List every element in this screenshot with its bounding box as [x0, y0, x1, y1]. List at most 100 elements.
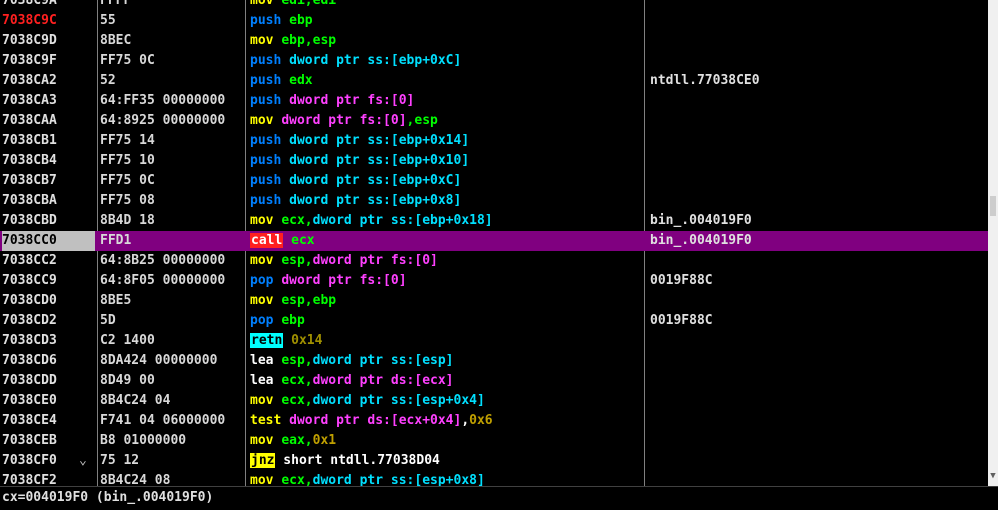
instruction-comment	[650, 391, 988, 411]
instruction-row[interactable]: 7038CE0 8B4C24 04 mov ecx,dword ptr ss:[es…	[0, 391, 988, 411]
instruction-row[interactable]: 7038CA2 52 push edx ntdll.77038CE0	[0, 71, 988, 91]
instruction-row[interactable]: 7038CB7 FF75 0C push dword ptr ss:[ebp+0xC…	[0, 171, 988, 191]
instruction-token: retn	[250, 333, 284, 348]
instruction-comment	[650, 151, 988, 171]
instruction-token: jnz	[250, 453, 276, 468]
instruction-token: eax,	[281, 433, 313, 448]
instruction-row[interactable]: 7038CF0 ⌄ 75 12 jnz short ntdll.77038D04	[0, 451, 988, 471]
instruction-row[interactable]: 7038CD2 5D pop ebp 0019F88C	[0, 311, 988, 331]
instruction-text: mov ecx,dword ptr ss:[ebp+0x18]	[250, 211, 642, 231]
instruction-token: dword ptr fs:[0]	[312, 253, 438, 268]
instruction-token: dword ptr fs:[0]	[281, 273, 407, 288]
instruction-text: mov edi,edi	[250, 0, 642, 11]
instruction-token: push	[250, 93, 290, 108]
vertical-scrollbar[interactable]: ▼	[988, 0, 998, 486]
instruction-address: 7038CC0	[2, 231, 95, 251]
instruction-token: ecx,	[281, 373, 313, 388]
instruction-row[interactable]: 7038CC2 64:8B25 00000000 mov esp,dword ptr…	[0, 251, 988, 271]
instruction-token: ebp	[281, 313, 305, 328]
instruction-address: 7038C9D	[2, 33, 57, 48]
instruction-row[interactable]: 7038CD3 C2 1400 retn 0x14	[0, 331, 988, 351]
instruction-row[interactable]: 7038CC0 FFD1 call ecx bin_.004019F0	[0, 231, 988, 251]
instruction-token: test	[250, 413, 290, 428]
instruction-row[interactable]: 7038CC9 64:8F05 00000000 pop dword ptr fs:…	[0, 271, 988, 291]
instruction-address: 7038CEB	[2, 433, 57, 448]
instruction-token: dword ptr ds:[ecx+0x4]	[289, 413, 462, 428]
instruction-token: 0x6	[469, 413, 493, 428]
instruction-token: mov	[250, 113, 282, 128]
instruction-text: lea esp,dword ptr ss:[esp]	[250, 351, 642, 371]
instruction-row[interactable]: 7038C9F FF75 0C push dword ptr ss:[ebp+0xC…	[0, 51, 988, 71]
instruction-bytes: 8BEC	[100, 33, 132, 48]
instruction-token: push	[250, 193, 290, 208]
instruction-text: push edx	[250, 71, 642, 91]
instruction-address: 7038CC9	[2, 273, 57, 288]
instruction-text: push dword ptr ss:[ebp+0xC]	[250, 51, 642, 71]
instruction-token: ,	[461, 413, 470, 428]
instruction-token: dword ptr fs:[0]	[281, 113, 407, 128]
instruction-row[interactable]: 7038CB1 FF75 14 push dword ptr ss:[ebp+0x1…	[0, 131, 988, 151]
instruction-comment	[650, 111, 988, 131]
instruction-bytes: B8 01000000	[100, 433, 187, 448]
instruction-row[interactable]: 7038CF2 8B4C24 08 mov ecx,dword ptr ss:[es…	[0, 471, 988, 486]
instruction-address: 7038CE0	[2, 393, 57, 408]
instruction-row[interactable]: 7038C9C 55 push ebp	[0, 11, 988, 31]
instruction-address: 7038CDD	[2, 373, 57, 388]
instruction-bytes: FF75 10	[100, 153, 155, 168]
instruction-token: dword ptr ss:[ebp+0xC]	[289, 53, 462, 68]
scrollbar-thumb[interactable]	[990, 196, 996, 216]
instruction-comment	[650, 191, 988, 211]
instruction-row[interactable]: 7038CAA 64:8925 00000000 mov dword ptr fs:…	[0, 111, 988, 131]
instruction-bytes: 52	[100, 73, 116, 88]
instruction-token: pop	[250, 273, 282, 288]
instruction-bytes: 8D49 00	[100, 373, 155, 388]
instruction-row[interactable]: 7038CBD 8B4D 18 mov ecx,dword ptr ss:[ebp+…	[0, 211, 988, 231]
instruction-row[interactable]: 7038C9D 8BEC mov ebp,esp	[0, 31, 988, 51]
instruction-token: ebp,esp	[281, 33, 337, 48]
instruction-token: dword ptr ss:[ebp+0x14]	[289, 133, 470, 148]
instruction-row[interactable]: 7038CD0 8BE5 mov esp,ebp	[0, 291, 988, 311]
instruction-comment	[650, 471, 988, 486]
instruction-row[interactable]: 7038CE4 F741 04 06000000 test dword ptr ds…	[0, 411, 988, 431]
instruction-text: push dword ptr fs:[0]	[250, 91, 642, 111]
instruction-address: 7038CB4	[2, 153, 57, 168]
scroll-down-arrow-icon[interactable]: ▼	[989, 470, 997, 482]
instruction-row[interactable]: 7038CBA FF75 08 push dword ptr ss:[ebp+0x8…	[0, 191, 988, 211]
instruction-token: lea	[250, 353, 282, 368]
instruction-token: esp,	[281, 353, 313, 368]
instruction-token: ecx	[283, 233, 315, 248]
instruction-text: mov dword ptr fs:[0],esp	[250, 111, 642, 131]
instruction-token: mov	[250, 293, 282, 308]
instruction-token: dword ptr ss:[esp]	[312, 353, 454, 368]
instruction-comment: bin_.004019F0	[650, 213, 752, 228]
instruction-row[interactable]: 7038CA3 64:FF35 00000000 push dword ptr fs…	[0, 91, 988, 111]
instruction-row[interactable]: 7038CD6 8DA424 00000000 lea esp,dword ptr …	[0, 351, 988, 371]
instruction-address: 7038C9C	[2, 13, 57, 28]
instruction-row[interactable]: 7038CEB B8 01000000 mov eax,0x1	[0, 431, 988, 451]
instruction-row[interactable]: 7038CB4 FF75 10 push dword ptr ss:[ebp+0x1…	[0, 151, 988, 171]
instruction-bytes: 8DA424 00000000	[100, 353, 218, 368]
instruction-comment	[650, 291, 988, 311]
instruction-token: mov	[250, 253, 282, 268]
instruction-address: 7038CB7	[2, 173, 57, 188]
instruction-token: mov	[250, 393, 282, 408]
instruction-comment	[650, 451, 988, 471]
instruction-token: push	[250, 53, 290, 68]
instruction-bytes: FF75 0C	[100, 53, 155, 68]
instruction-comment: 0019F88C	[650, 273, 713, 288]
instruction-row[interactable]: 7038CDD 8D49 00 lea ecx,dword ptr ds:[ecx]	[0, 371, 988, 391]
instruction-bytes: 55	[100, 13, 116, 28]
disassembly-pane[interactable]: 7038C9A FFFF mov edi,edi 7038C9C 55 push ebp 7…	[0, 0, 988, 486]
instruction-row[interactable]: 7038C9A FFFF mov edi,edi	[0, 0, 988, 11]
instruction-bytes: 64:8B25 00000000	[100, 253, 226, 268]
instruction-address: 7038CAA	[2, 113, 57, 128]
instruction-text: mov eax,0x1	[250, 431, 642, 451]
instruction-text: mov ecx,dword ptr ss:[esp+0x8]	[250, 471, 642, 486]
instruction-token: ebp	[289, 13, 313, 28]
instruction-comment: ntdll.77038CE0	[650, 73, 760, 88]
instruction-token: mov	[250, 0, 282, 8]
instruction-token: mov	[250, 433, 282, 448]
instruction-token: push	[250, 73, 290, 88]
instruction-comment	[650, 331, 988, 351]
instruction-comment	[650, 431, 988, 451]
